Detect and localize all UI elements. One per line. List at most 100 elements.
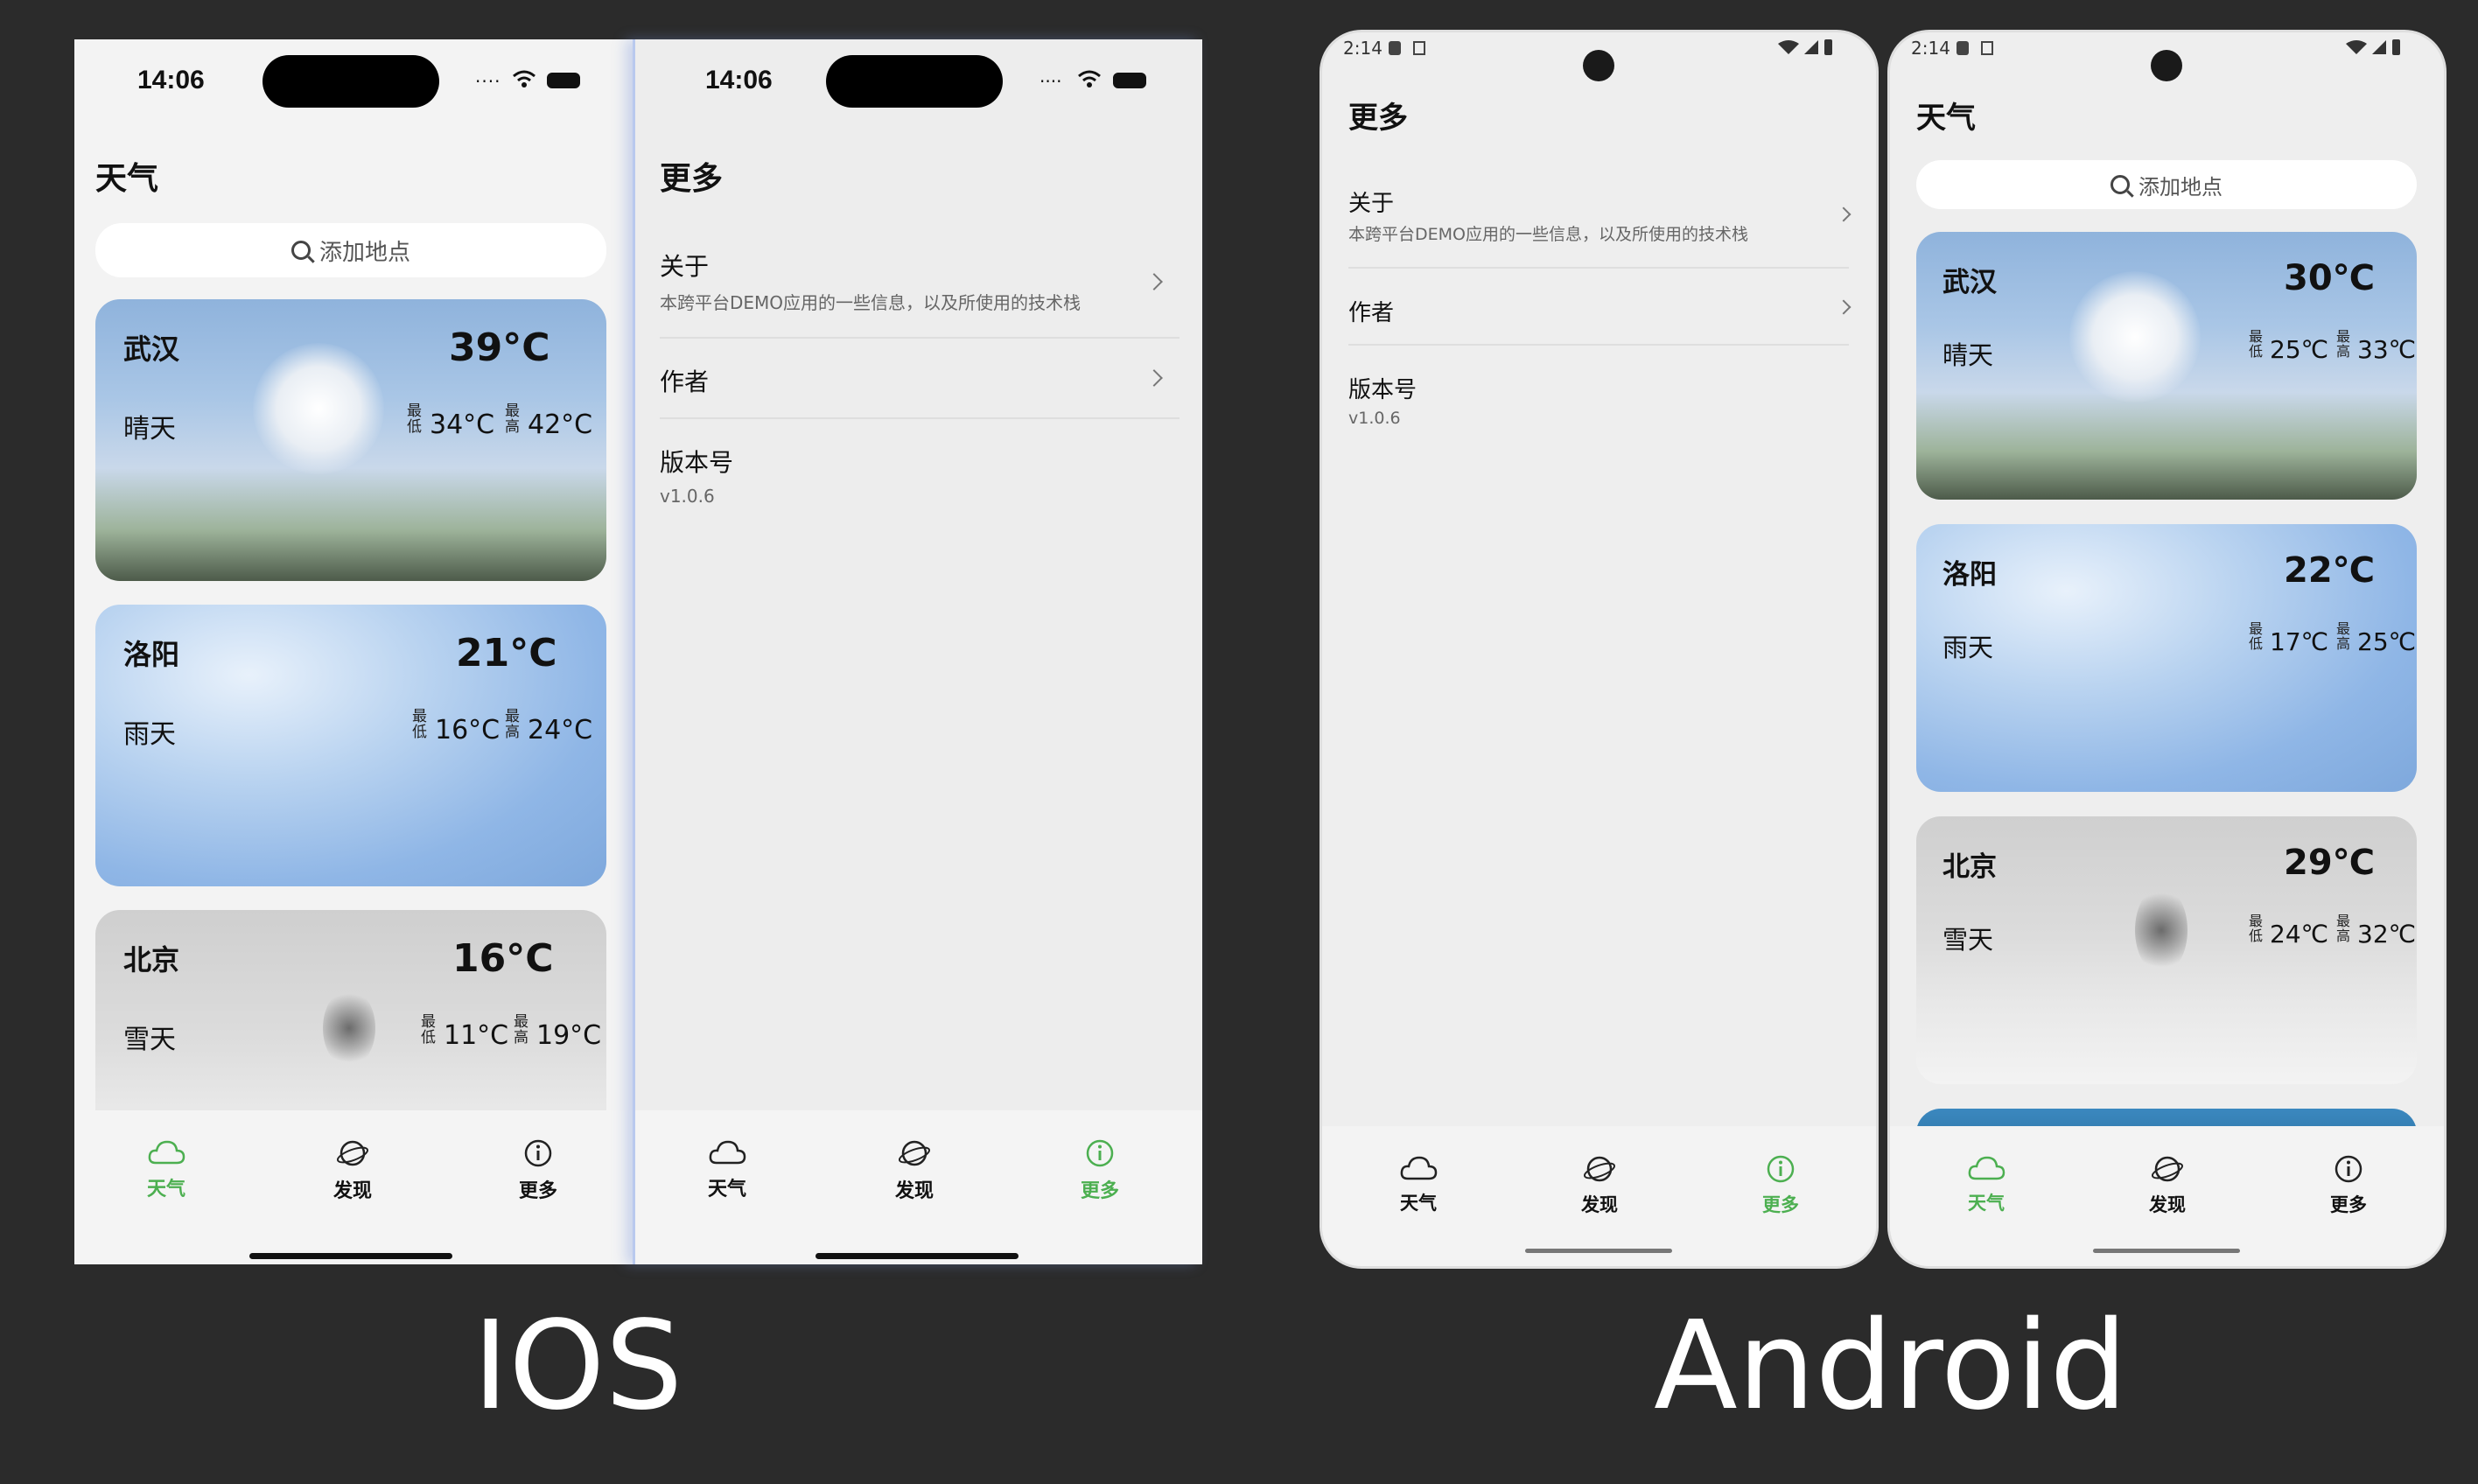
gesture-bar	[1525, 1249, 1672, 1253]
dandelion-illustration	[2069, 271, 2201, 402]
signal-icon: ····	[475, 71, 501, 92]
info-icon	[1767, 1155, 1795, 1183]
menu-item-author[interactable]: 作者	[1348, 295, 1394, 327]
page-title: 天气	[95, 161, 159, 197]
menu-item-author[interactable]: 作者	[660, 363, 709, 398]
wifi-icon	[1778, 40, 1799, 54]
current-temp: 21°C	[456, 631, 557, 676]
page-title: 更多	[1348, 101, 1408, 136]
signal-icon	[2372, 40, 2386, 54]
tab-label: 天气	[1968, 1193, 2005, 1214]
min-temp: 34°C	[430, 410, 495, 440]
current-temp: 29℃	[2284, 843, 2376, 883]
weather-card[interactable]: 武汉 30℃ 晴天 最低 25℃ 最高 33℃	[1916, 232, 2417, 500]
tab-more[interactable]: 更多	[1724, 1154, 1838, 1217]
search-input[interactable]: 添加地点	[95, 223, 606, 277]
tab-weather[interactable]: 天气	[109, 1138, 223, 1201]
dynamic-island	[262, 55, 439, 108]
menu-item-about-desc: 本跨平台DEMO应用的一些信息，以及所使用的技术栈	[660, 292, 1082, 313]
planet-icon	[336, 1140, 369, 1166]
min-temp: 17℃	[2270, 627, 2329, 656]
weather-card[interactable]: 武汉 39°C 晴天 最低 34°C 最高 42°C	[95, 299, 606, 581]
weather-card[interactable]: 北京 29℃ 雪天 最低 24℃ 最高 32℃	[1916, 816, 2417, 1084]
tab-weather[interactable]: 天气	[670, 1138, 784, 1201]
tab-discover[interactable]: 发现	[2110, 1154, 2224, 1217]
min-temp: 11°C	[444, 1020, 509, 1051]
planet-icon	[1583, 1156, 1616, 1182]
max-label: 最高	[2336, 620, 2351, 652]
tab-label: 更多	[1080, 1180, 1119, 1202]
home-indicator	[816, 1253, 1018, 1259]
min-label: 最低	[2249, 913, 2264, 944]
tab-discover[interactable]: 发现	[858, 1138, 971, 1203]
page-title: 更多	[660, 161, 724, 197]
search-placeholder: 添加地点	[318, 239, 410, 266]
tab-label: 发现	[1581, 1194, 1618, 1215]
tab-discover[interactable]: 发现	[296, 1138, 410, 1203]
info-icon	[1086, 1139, 1114, 1167]
max-label: 最高	[514, 1013, 528, 1046]
camera-punch-hole	[2151, 50, 2182, 81]
menu-item-version[interactable]: 版本号	[1348, 372, 1417, 404]
ios-more-screen: 14:06 ···· 更多 关于 本跨平台DEMO应用的一些信息，以及所使用的技…	[633, 39, 1202, 1264]
battery-icon	[547, 73, 580, 88]
tab-discover[interactable]: 发现	[1543, 1154, 1656, 1217]
tab-bar: 天气 发现 更多	[74, 1110, 633, 1264]
tab-bar: 天气 发现 更多	[1322, 1126, 1876, 1266]
wifi-icon	[513, 70, 536, 88]
tab-label: 天气	[146, 1179, 186, 1200]
home-indicator	[249, 1253, 452, 1259]
menu-item-about[interactable]: 关于	[1348, 186, 1394, 218]
search-input[interactable]: 添加地点	[1916, 160, 2417, 209]
max-temp: 24°C	[528, 715, 593, 746]
max-temp: 19°C	[536, 1020, 602, 1051]
tab-label: 天气	[1400, 1193, 1437, 1214]
current-temp: 39°C	[449, 326, 550, 370]
info-icon	[524, 1139, 552, 1167]
shield-icon	[1389, 41, 1401, 55]
menu-item-about-desc: 本跨平台DEMO应用的一些信息，以及所使用的技术栈	[1348, 225, 1748, 244]
city-name: 洛阳	[123, 638, 180, 671]
menu-item-version[interactable]: 版本号	[660, 444, 733, 479]
min-label: 最低	[2249, 620, 2264, 652]
weather-card[interactable]: 洛阳 22℃ 雨天 最低 17℃ 最高 25℃	[1916, 524, 2417, 792]
cloud-icon	[1400, 1156, 1438, 1180]
wifi-icon	[2346, 40, 2367, 54]
tab-bar: 天气 发现 更多	[1890, 1126, 2444, 1266]
notification-icon	[1981, 41, 1993, 55]
menu-item-about[interactable]: 关于	[660, 248, 709, 283]
gesture-bar	[2093, 1249, 2240, 1253]
weather-card[interactable]: 洛阳 21°C 雨天 最低 16°C 最高 24°C	[95, 605, 606, 886]
page-title: 天气	[1916, 101, 1976, 136]
max-label: 最高	[505, 402, 520, 436]
tab-more[interactable]: 更多	[481, 1138, 595, 1203]
divider	[660, 417, 1180, 419]
max-label: 最高	[2336, 328, 2351, 360]
max-label: 最高	[505, 708, 520, 741]
planet-icon	[2151, 1156, 2184, 1182]
tab-more[interactable]: 更多	[2292, 1154, 2405, 1217]
chevron-right-icon	[1145, 273, 1163, 290]
cloud-icon	[709, 1140, 746, 1165]
dynamic-island	[826, 55, 1003, 108]
tab-weather[interactable]: 天气	[1929, 1154, 2043, 1215]
current-temp: 30℃	[2284, 258, 2376, 298]
city-name: 武汉	[123, 332, 180, 366]
tab-more[interactable]: 更多	[1043, 1138, 1157, 1203]
min-temp: 24℃	[2270, 920, 2329, 948]
weather-condition: 晴天	[1942, 340, 1994, 370]
min-label: 最低	[421, 1013, 436, 1046]
city-name: 北京	[1942, 851, 1997, 883]
max-label: 最高	[2336, 913, 2351, 944]
max-temp: 25℃	[2357, 627, 2417, 656]
android-more-screen: 2:14 更多 关于 本跨平台DEMO应用的一些信息，以及所使用的技术栈 作者 …	[1320, 30, 1879, 1269]
chevron-right-icon	[1836, 299, 1852, 315]
status-time: 14:06	[705, 66, 773, 94]
cloud-icon	[148, 1140, 186, 1165]
battery-icon	[1113, 73, 1146, 88]
notification-icon	[1413, 41, 1425, 55]
battery-icon	[2392, 39, 2400, 55]
min-label: 最低	[412, 708, 427, 741]
tab-weather[interactable]: 天气	[1362, 1154, 1475, 1215]
current-temp: 22℃	[2284, 550, 2376, 591]
